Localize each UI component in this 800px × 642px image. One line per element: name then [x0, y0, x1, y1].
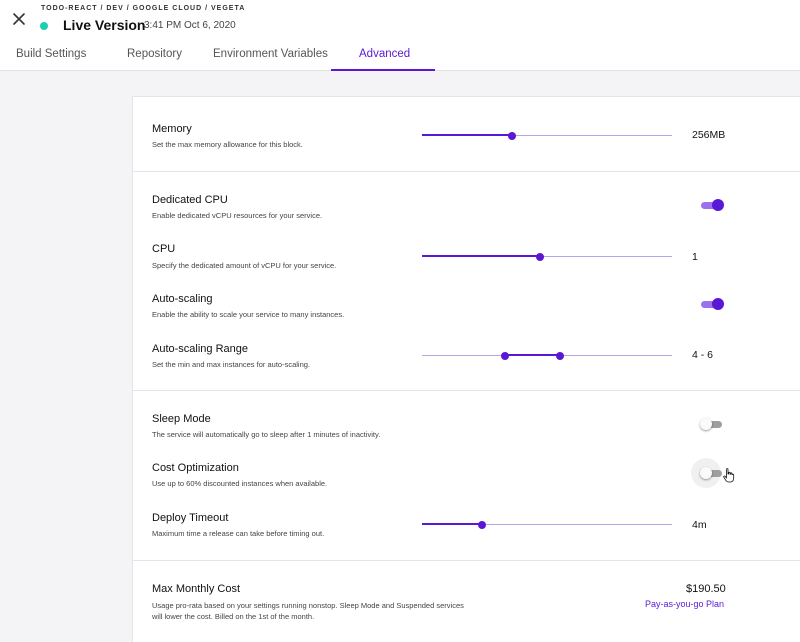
- auto-scaling-range-label: Auto-scaling Range: [152, 343, 249, 355]
- slider-thumb-max[interactable]: [555, 352, 564, 360]
- toggle-knob: [700, 418, 712, 430]
- auto-scaling-description: Enable the ability to scale your service…: [152, 310, 345, 319]
- deploy-timeout-description: Maximum time a release can take before t…: [152, 529, 325, 538]
- auto-scaling-range-slider[interactable]: [422, 351, 672, 361]
- cpu-slider[interactable]: [422, 252, 672, 262]
- monthly-cost-amount: $190.50: [686, 583, 726, 595]
- auto-scaling-range-value: 4 - 6: [692, 349, 714, 361]
- section-divider: [133, 560, 800, 561]
- deploy-timeout-slider[interactable]: [422, 520, 672, 530]
- cost-optimization-toggle[interactable]: [691, 458, 724, 488]
- cost-description-line1: Usage pro-rata based on your settings ru…: [152, 601, 464, 610]
- close-icon[interactable]: [10, 10, 28, 28]
- auto-scaling-label: Auto-scaling: [152, 293, 213, 305]
- pointer-hand-icon: [723, 468, 735, 483]
- cost-description-line2: will lower the cost. Billed on the 1st o…: [152, 612, 315, 621]
- tab-advanced[interactable]: Advanced: [359, 48, 410, 60]
- memory-slider[interactable]: [422, 131, 672, 141]
- sleep-mode-label: Sleep Mode: [152, 413, 211, 425]
- toggle-knob: [700, 467, 712, 479]
- memory-description: Set the max memory allowance for this bl…: [152, 140, 303, 149]
- slider-fill: [422, 255, 540, 257]
- cost-optimization-label: Cost Optimization: [152, 462, 239, 474]
- status-indicator: [40, 22, 48, 30]
- slider-fill: [504, 354, 560, 356]
- memory-label: Memory: [152, 123, 192, 135]
- slider-thumb[interactable]: [478, 521, 486, 529]
- cost-optimization-description: Use up to 60% discounted instances when …: [152, 479, 328, 488]
- slider-fill: [422, 523, 482, 525]
- tab-repository[interactable]: Repository: [127, 48, 182, 60]
- auto-scaling-range-description: Set the min and max instances for auto-s…: [152, 360, 310, 369]
- cpu-value: 1: [692, 251, 698, 263]
- dedicated-cpu-toggle[interactable]: [700, 198, 724, 212]
- active-tab-indicator: [331, 69, 435, 71]
- deploy-timeout-value: 4m: [692, 519, 707, 531]
- dedicated-cpu-description: Enable dedicated vCPU resources for your…: [152, 211, 323, 220]
- dedicated-cpu-label: Dedicated CPU: [152, 194, 228, 206]
- app-header: TODO-REACT / DEV / GOOGLE CLOUD / VEGETA…: [0, 0, 800, 71]
- toggle-knob: [712, 199, 724, 211]
- slider-thumb[interactable]: [535, 253, 544, 261]
- cpu-description: Specify the dedicated amount of vCPU for…: [152, 261, 337, 270]
- pricing-plan-link[interactable]: Pay-as-you-go Plan: [645, 599, 724, 609]
- toggle-knob: [712, 298, 724, 310]
- page-title: Live Version: [63, 17, 146, 33]
- sleep-mode-description: The service will automatically go to sle…: [152, 430, 381, 439]
- section-divider: [133, 390, 800, 391]
- tab-build-settings[interactable]: Build Settings: [16, 48, 86, 60]
- slider-thumb[interactable]: [508, 132, 516, 140]
- tab-environment-variables[interactable]: Environment Variables: [213, 48, 328, 60]
- memory-value: 256MB: [692, 129, 726, 141]
- sleep-mode-toggle[interactable]: [700, 417, 724, 431]
- slider-fill: [422, 134, 512, 136]
- breadcrumb: TODO-REACT / DEV / GOOGLE CLOUD / VEGETA: [41, 5, 246, 12]
- advanced-settings-panel: Memory Set the max memory allowance for …: [132, 96, 800, 642]
- slider-thumb-min[interactable]: [500, 352, 509, 360]
- auto-scaling-toggle[interactable]: [700, 297, 724, 311]
- section-divider: [133, 171, 800, 172]
- max-monthly-cost-label: Max Monthly Cost: [152, 583, 241, 595]
- cpu-label: CPU: [152, 243, 176, 255]
- version-timestamp: 3:41 PM Oct 6, 2020: [144, 20, 236, 31]
- deploy-timeout-label: Deploy Timeout: [152, 512, 229, 524]
